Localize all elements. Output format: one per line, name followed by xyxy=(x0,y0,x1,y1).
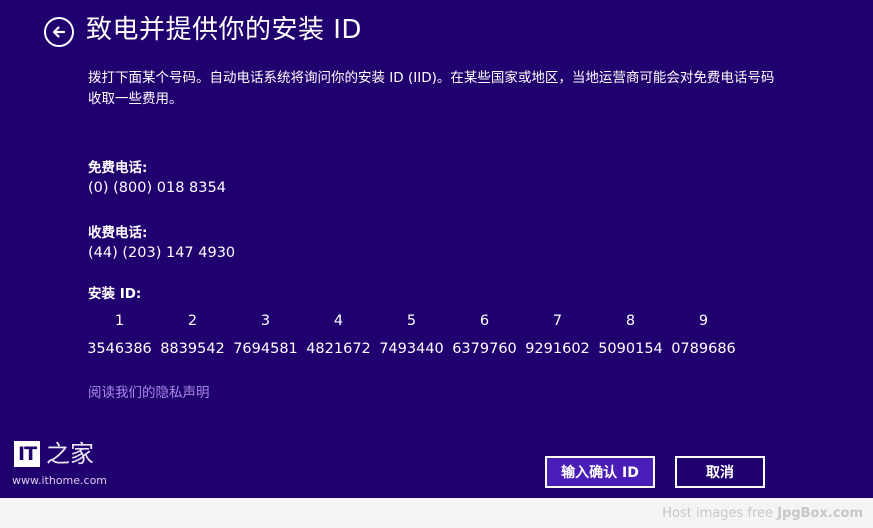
ithome-logo-char: 之家 xyxy=(46,440,95,468)
installation-id-label: 安装 ID: xyxy=(88,286,142,302)
id-group-value: 6379760 xyxy=(452,341,517,357)
id-group-index: 6 xyxy=(479,313,490,329)
host-credit-brand: JpgBox.com xyxy=(777,506,863,521)
id-group-value: 7694581 xyxy=(233,341,298,357)
instructions-text: 拨打下面某个号码。自动电话系统将询问你的安装 ID (IID)。在某些国家或地区… xyxy=(88,70,775,107)
id-group-value: 8839542 xyxy=(160,341,225,357)
host-credit-prefix: Host images free xyxy=(662,506,774,521)
id-group-value: 4821672 xyxy=(306,341,371,357)
id-group-value: 0789686 xyxy=(671,341,736,357)
id-group-value: 7493440 xyxy=(379,341,444,357)
id-group-index: 1 xyxy=(114,313,125,329)
id-group-index: 4 xyxy=(333,313,344,329)
toll-free-number: (0) (800) 018 8354 xyxy=(88,180,226,196)
privacy-statement-link[interactable]: 阅读我们的隐私声明 xyxy=(88,383,210,403)
ithome-logo: IT 之家 xyxy=(14,440,94,468)
ithome-url: www.ithome.com xyxy=(12,474,108,487)
id-group-value: 9291602 xyxy=(525,341,590,357)
id-group-index: 5 xyxy=(406,313,417,329)
id-group-value: 3546386 xyxy=(87,341,152,357)
activation-screen: 致电并提供你的安装 ID 拨打下面某个号码。自动电话系统将询问你的安装 ID (… xyxy=(0,0,873,498)
id-group-index: 8 xyxy=(625,313,636,329)
page-title: 致电并提供你的安装 ID xyxy=(86,15,362,45)
enter-confirmation-id-button[interactable]: 输入确认 ID xyxy=(545,456,655,488)
ithome-logo-mark: IT xyxy=(14,441,41,467)
toll-free-label: 免费电话: xyxy=(88,160,148,176)
toll-number: (44) (203) 147 4930 xyxy=(88,245,236,261)
toll-label: 收费电话: xyxy=(88,225,148,241)
back-button[interactable] xyxy=(44,17,74,47)
id-group-index: 3 xyxy=(260,313,271,329)
id-group-value: 5090154 xyxy=(598,341,663,357)
host-credit: Host images free JpgBox.com xyxy=(662,505,863,523)
id-group-index: 9 xyxy=(698,313,709,329)
id-group-index: 7 xyxy=(552,313,563,329)
id-group-index: 2 xyxy=(187,313,198,329)
back-arrow-icon xyxy=(52,26,66,38)
cancel-button[interactable]: 取消 xyxy=(675,456,765,488)
